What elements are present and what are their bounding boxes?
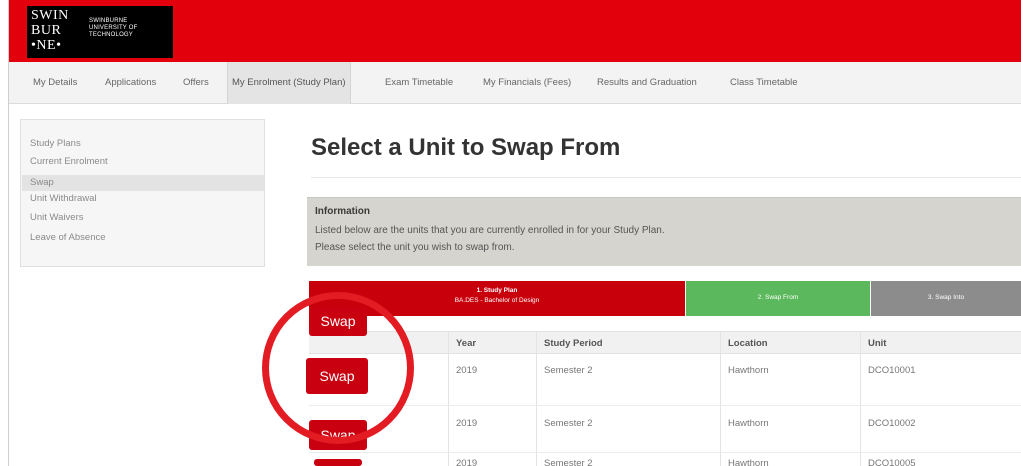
nav-tab-my-details[interactable]: My Details: [33, 62, 77, 104]
column-divider: [860, 331, 861, 466]
swinburne-logo[interactable]: SWIN BUR •NE• SWINBURNE UNIVERSITY OF TE…: [27, 6, 173, 58]
logo-wordmark: SWINBURNE UNIVERSITY OF TECHNOLOGY: [89, 18, 169, 39]
units-table-header: Year Study Period Location Unit: [309, 331, 1021, 354]
sidebar-item-leave-of-absence[interactable]: Leave of Absence: [22, 230, 264, 246]
column-divider: [448, 331, 449, 466]
row-1-year: 2019: [456, 365, 478, 376]
column-header-study-period: Study Period: [544, 338, 603, 349]
site-header: SWIN BUR •NE• SWINBURNE UNIVERSITY OF TE…: [9, 0, 1021, 62]
nav-tab-offers[interactable]: Offers: [183, 62, 209, 104]
column-header-unit: Unit: [868, 338, 887, 349]
column-divider: [720, 331, 721, 466]
row-1-location: Hawthorn: [728, 365, 769, 376]
row-divider: [309, 405, 1021, 406]
nav-tab-exam-timetable[interactable]: Exam Timetable: [385, 62, 453, 104]
nav-tab-my-enrolment[interactable]: My Enrolment (Study Plan): [227, 62, 351, 104]
title-divider: [311, 177, 1021, 178]
logo-text-line-3: TECHNOLOGY: [89, 32, 134, 38]
information-text-2: Please select the unit you wish to swap …: [315, 242, 515, 253]
highlight-circle: [262, 292, 414, 444]
nav-tab-my-financials[interactable]: My Financials (Fees): [483, 62, 571, 104]
step-swap-into[interactable]: 3. Swap Into: [871, 281, 1021, 316]
row-3-location: Hawthorn: [728, 458, 769, 466]
column-header-location: Location: [728, 338, 768, 349]
information-title: Information: [315, 206, 370, 217]
logo-mark-line-1: SWIN: [31, 8, 69, 23]
logo-text-line-2: UNIVERSITY OF: [89, 25, 138, 31]
sidebar-menu: Study Plans Current Enrolment Swap Unit …: [20, 119, 265, 267]
row-3-unit: DCO10005: [868, 458, 916, 466]
row-1-unit: DCO10001: [868, 365, 916, 376]
sidebar-item-unit-waivers[interactable]: Unit Waivers: [22, 210, 264, 226]
swap-button[interactable]: [314, 459, 362, 466]
logo-mark-line-3: •NE•: [31, 38, 62, 53]
row-3-year: 2019: [456, 458, 478, 466]
sidebar-item-unit-withdrawal[interactable]: Unit Withdrawal: [22, 191, 264, 207]
sidebar-item-swap[interactable]: Swap: [22, 175, 264, 191]
row-1-study-period: Semester 2: [544, 365, 593, 376]
sidebar-item-study-plans[interactable]: Study Plans: [22, 136, 264, 152]
row-2-year: 2019: [456, 418, 478, 429]
row-2-location: Hawthorn: [728, 418, 769, 429]
logo-mark: SWIN BUR •NE•: [31, 8, 79, 53]
nav-tab-class-timetable[interactable]: Class Timetable: [730, 62, 798, 104]
step-study-plan-label: 1. Study Plan: [476, 287, 518, 294]
row-2-unit: DCO10002: [868, 418, 916, 429]
logo-mark-line-2: BUR: [31, 23, 62, 38]
step-swap-from-label: 2. Swap From: [757, 294, 799, 301]
main-nav: My Details Applications Offers My Enrolm…: [9, 62, 1021, 104]
logo-text-line-1: SWINBURNE: [89, 18, 128, 24]
column-divider: [536, 331, 537, 466]
row-divider: [309, 452, 1021, 453]
nav-tab-applications[interactable]: Applications: [105, 62, 156, 104]
nav-tab-results-graduation[interactable]: Results and Graduation: [597, 62, 697, 104]
step-swap-from[interactable]: 2. Swap From: [686, 281, 870, 316]
information-panel: Information Listed below are the units t…: [307, 197, 1021, 266]
sidebar-item-current-enrolment[interactable]: Current Enrolment: [22, 154, 264, 170]
page-title: Select a Unit to Swap From: [311, 134, 621, 161]
information-text-1: Listed below are the units that you are …: [315, 225, 665, 236]
row-2-study-period: Semester 2: [544, 418, 593, 429]
row-3-study-period: Semester 2: [544, 458, 593, 466]
column-header-year: Year: [456, 338, 477, 349]
step-swap-into-label: 3. Swap Into: [927, 294, 965, 301]
